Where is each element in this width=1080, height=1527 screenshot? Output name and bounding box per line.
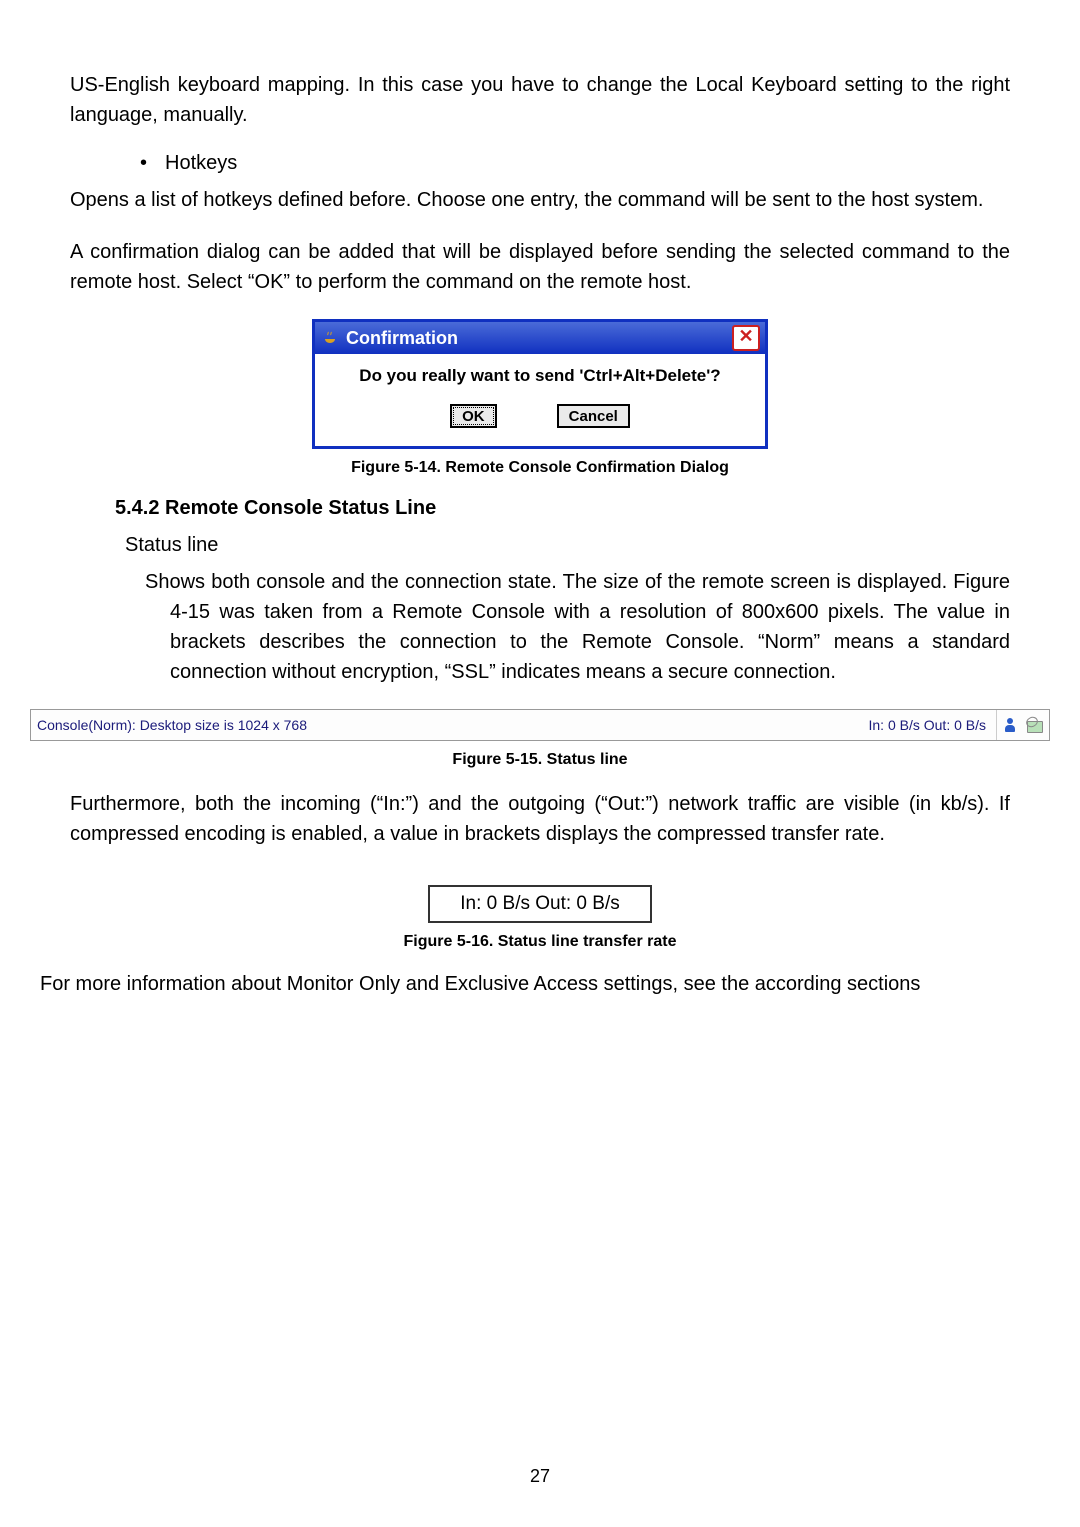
bottom-paragraph: For more information about Monitor Only … [40, 973, 1010, 996]
figure-5-16-caption: Figure 5-16. Status line transfer rate [70, 933, 1010, 951]
status-para-1: Shows both console and the connection st… [170, 567, 1010, 687]
dialog-titlebar: Confirmation ✕ [315, 322, 765, 354]
hotkeys-para-1: Opens a list of hotkeys defined before. … [70, 185, 1010, 215]
status-bar-figure: Console(Norm): Desktop size is 1024 x 76… [30, 709, 1050, 741]
close-icon[interactable]: ✕ [732, 325, 760, 351]
page-number: 27 [0, 1466, 1080, 1487]
dialog-title: Confirmation [346, 328, 732, 349]
monitor-icon [1025, 717, 1043, 733]
status-left-text: Console(Norm): Desktop size is 1024 x 76… [31, 717, 869, 733]
user-icon [1003, 717, 1019, 733]
confirmation-dialog: Confirmation ✕ Do you really want to sen… [312, 319, 768, 449]
ok-button[interactable]: OK [450, 404, 497, 428]
figure-5-14-caption: Figure 5-14. Remote Console Confirmation… [70, 459, 1010, 477]
dialog-message: Do you really want to send 'Ctrl+Alt+Del… [325, 366, 755, 386]
hotkeys-label: Hotkeys [165, 152, 237, 175]
cancel-button[interactable]: Cancel [557, 404, 630, 428]
dialog-body: Do you really want to send 'Ctrl+Alt+Del… [315, 354, 765, 446]
status-para-2: Furthermore, both the incoming (“In:”) a… [70, 789, 1010, 849]
hotkeys-para-2: A confirmation dialog can be added that … [70, 237, 1010, 297]
bullet-dot: • [140, 152, 165, 175]
section-5-4-2-heading: 5.4.2 Remote Console Status Line [115, 497, 1010, 520]
hotkeys-bullet: • Hotkeys [140, 152, 1010, 175]
status-icons [996, 710, 1049, 740]
java-icon [320, 328, 340, 348]
transfer-rate-figure: In: 0 B/s Out: 0 B/s [428, 885, 652, 923]
figure-5-15-caption: Figure 5-15. Status line [70, 751, 1010, 769]
status-line-heading: Status line [125, 534, 1010, 557]
intro-paragraph: US-English keyboard mapping. In this cas… [70, 70, 1010, 130]
status-right-text: In: 0 B/s Out: 0 B/s [869, 717, 997, 733]
